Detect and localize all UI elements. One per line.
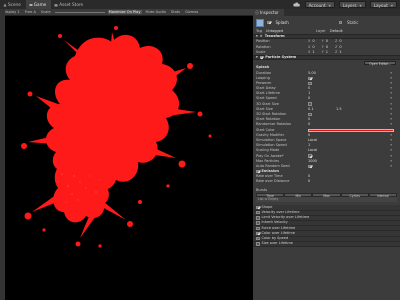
main-module-fields: Duration 5.00 ▾ Looping ▾ Prewarm ▾ Start Delay… bbox=[253, 71, 400, 128]
transform-fields: Position X 0 Y 0 Z 0 Rotation X 0 Y 0 Z 0 Scale X 1 Y 1 Z 1 bbox=[253, 39, 400, 55]
ps-field-checkbox[interactable] bbox=[308, 76, 312, 81]
ps-field-checkbox[interactable] bbox=[308, 102, 312, 106]
layout-button[interactable]: Layout ▾ bbox=[369, 1, 397, 8]
account-button[interactable]: Account ▾ bbox=[304, 1, 335, 8]
module-checkbox[interactable] bbox=[256, 205, 260, 210]
scene-icon bbox=[3, 3, 7, 6]
tab-inspector[interactable]: ⓘ Inspector bbox=[253, 9, 284, 16]
chevron-down-icon: ▾ bbox=[390, 3, 393, 8]
module-list: Shape Velocity over Lifetime Limit Velocit… bbox=[253, 205, 400, 247]
burst-column-header: Max bbox=[312, 192, 341, 198]
layers-label: Layers bbox=[342, 3, 357, 8]
info-icon: ⓘ bbox=[255, 10, 259, 15]
layers-button[interactable]: Layers ▾ bbox=[338, 1, 366, 8]
module-checkbox[interactable] bbox=[256, 231, 260, 236]
particle-system-enabled-checkbox[interactable] bbox=[259, 55, 264, 60]
game-icon bbox=[29, 3, 33, 6]
emission-checkbox[interactable] bbox=[256, 169, 260, 174]
main-module-fields-2: Gravity Modifier 0 ▾ Simulation Space Local ▾… bbox=[253, 133, 400, 169]
burst-column-header: Cycles bbox=[340, 192, 369, 198]
bursts-label: Bursts bbox=[256, 187, 268, 192]
tab-inspector-label: Inspector bbox=[260, 10, 279, 15]
active-checkbox[interactable] bbox=[267, 20, 271, 25]
module-checkbox[interactable] bbox=[256, 242, 260, 246]
top-toolbar: Scene Game Asset Store Account ▾ Layers ▾ … bbox=[0, 0, 400, 9]
tab-asset-store-label: Asset Store bbox=[59, 2, 84, 7]
inspector-panel: ⓘ Inspector Splash Static Tag Untagged L… bbox=[253, 9, 400, 300]
start-color-swatch[interactable] bbox=[308, 128, 394, 132]
store-icon bbox=[54, 3, 58, 6]
left-edge-strip bbox=[0, 9, 5, 300]
game-view-toolbar: Display 1 Free A Scale Maximize On Play … bbox=[0, 9, 253, 16]
module-checkbox[interactable] bbox=[256, 216, 260, 220]
layout-label: Layout bbox=[373, 3, 388, 8]
ps-field-checkbox[interactable] bbox=[308, 164, 312, 169]
stats-toggle[interactable]: Stats bbox=[170, 10, 181, 14]
inspector-tab-bar: ⓘ Inspector bbox=[253, 9, 400, 16]
tab-scene-label: Scene bbox=[8, 2, 21, 7]
game-render-canvas[interactable] bbox=[0, 16, 253, 300]
emission-fields: Rate over Time 0 Rate over Distance 0 bbox=[253, 174, 400, 184]
tab-asset-store[interactable]: Asset Store bbox=[51, 0, 88, 9]
module-checkbox[interactable] bbox=[256, 226, 260, 230]
module-row[interactable]: Size over Lifetime bbox=[253, 241, 400, 247]
scale-label: Scale bbox=[40, 10, 51, 14]
tab-scene[interactable]: Scene bbox=[0, 0, 26, 9]
emission-field-value[interactable]: 0 bbox=[308, 179, 336, 184]
ps-field-checkbox[interactable] bbox=[308, 112, 312, 117]
burst-column-header: Min bbox=[284, 192, 313, 198]
open-editor-button[interactable]: Open Editor... bbox=[364, 60, 396, 66]
module-checkbox[interactable] bbox=[256, 236, 260, 241]
chevron-down-icon: ▾ bbox=[328, 3, 331, 8]
bursts-row: Bursts bbox=[253, 188, 400, 193]
scale-slider[interactable] bbox=[54, 11, 105, 13]
emission-field-label: Rate over Distance bbox=[256, 179, 290, 184]
red-splash-graphic bbox=[21, 26, 212, 248]
static-checkbox[interactable] bbox=[338, 20, 342, 25]
ps-field-checkbox[interactable] bbox=[308, 154, 312, 158]
account-label: Account bbox=[308, 3, 326, 8]
module-label: Size over Lifetime bbox=[261, 241, 293, 246]
aspect-select[interactable]: Free A bbox=[24, 10, 37, 14]
mute-audio-toggle[interactable]: Mute Audio bbox=[145, 10, 167, 14]
cube-icon bbox=[256, 18, 264, 27]
module-checkbox[interactable] bbox=[256, 210, 260, 215]
chevron-down-icon: ▾ bbox=[359, 3, 362, 8]
object-name-field[interactable]: Splash bbox=[276, 20, 336, 25]
gameobject-header: Splash Static bbox=[253, 16, 400, 29]
emission-field-row: Rate over Distance 0 bbox=[253, 179, 400, 184]
burst-column-header: Interval bbox=[368, 192, 398, 198]
maximize-on-play-toggle[interactable]: Maximize On Play bbox=[107, 10, 142, 14]
tab-game[interactable]: Game bbox=[25, 0, 52, 9]
gizmos-toggle[interactable]: Gizmos bbox=[184, 10, 199, 14]
toolbar-right: Account ▾ Layers ▾ Layout ▾ bbox=[293, 0, 400, 9]
game-view: Display 1 Free A Scale Maximize On Play … bbox=[0, 9, 253, 300]
static-label: Static bbox=[347, 20, 359, 25]
editor-tabs: Scene Game Asset Store bbox=[0, 0, 88, 9]
tab-game-label: Game bbox=[33, 2, 47, 7]
module-checkbox[interactable] bbox=[256, 221, 260, 225]
cloud-icon[interactable] bbox=[293, 1, 301, 8]
ps-field-checkbox[interactable] bbox=[308, 81, 312, 86]
